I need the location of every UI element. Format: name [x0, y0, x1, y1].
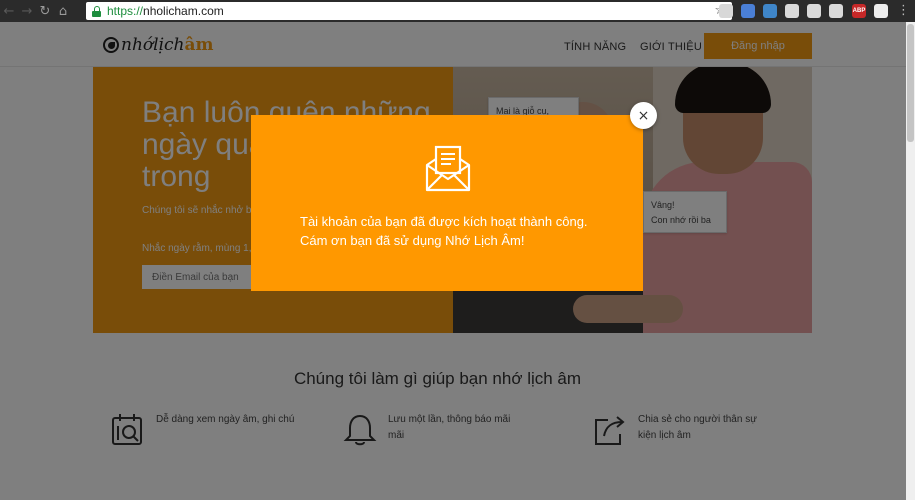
activation-success-modal: Tài khoản của bạn đã được kích hoạt thàn… — [251, 115, 643, 291]
lock-icon — [92, 5, 101, 17]
chat-extension-icon[interactable] — [719, 4, 733, 18]
address-bar[interactable]: https://nholicham.com ☆ — [86, 2, 732, 20]
adblock-extension-icon[interactable]: ABP — [852, 4, 866, 18]
modal-message: Tài khoản của bạn đã được kích hoạt thàn… — [300, 212, 630, 250]
checker-extension-icon[interactable] — [763, 4, 777, 18]
translate-extension-icon[interactable] — [741, 4, 755, 18]
url-text: https://nholicham.com — [107, 4, 224, 18]
modal-message-line1: Tài khoản của bạn đã được kích hoạt thàn… — [300, 214, 588, 229]
puzzle-extension-icon[interactable] — [807, 4, 821, 18]
window-extension-icon[interactable] — [829, 4, 843, 18]
shield-extension-icon[interactable] — [785, 4, 799, 18]
forward-icon[interactable]: → — [18, 0, 36, 22]
back-icon[interactable]: ← — [0, 0, 18, 22]
modal-message-line2: Cám ơn bạn đã sử dụng Nhớ Lịch Âm! — [300, 233, 525, 248]
website: nhớlịchâm TÍNH NĂNG GIỚI THIỆU Đăng nhập… — [0, 22, 915, 500]
envelope-letter-icon — [425, 145, 471, 192]
browser-toolbar: ← → ↻ ⌂ https://nholicham.com ☆ ABP ⋮ — [0, 0, 915, 22]
scrollbar[interactable] — [906, 22, 915, 500]
circle-extension-icon[interactable] — [874, 4, 888, 18]
modal-close-button[interactable]: × — [630, 102, 657, 129]
home-icon[interactable]: ⌂ — [54, 0, 72, 22]
reload-icon[interactable]: ↻ — [36, 0, 54, 22]
scrollbar-thumb[interactable] — [907, 24, 914, 142]
menu-icon[interactable]: ⋮ — [897, 3, 910, 18]
